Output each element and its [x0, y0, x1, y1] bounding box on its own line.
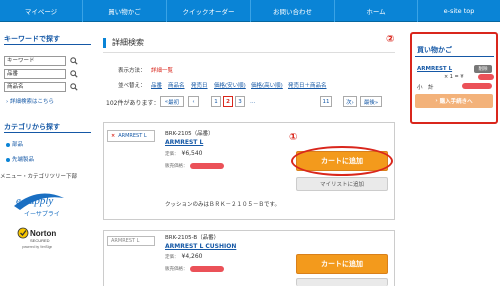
category-heading: カテゴリから探す: [4, 123, 60, 131]
list-price-value: ¥4,260: [181, 253, 203, 260]
keyword-search-heading: キーワードで探す: [4, 35, 60, 43]
thumbnail-label: ARMREST L: [118, 133, 147, 139]
checkout-label: 購入手続きへ: [439, 99, 473, 105]
pager-first-label: 最初: [168, 99, 180, 106]
bullet-icon: [6, 157, 10, 162]
result-count: 102件があります：: [106, 100, 160, 107]
product-name-link[interactable]: ARMREST L CUSHION: [165, 243, 236, 250]
pager-prev[interactable]: ‹: [188, 96, 199, 107]
svg-text:e-supply: e-supply: [16, 195, 53, 207]
sort-by-part-number[interactable]: 品番: [151, 81, 162, 89]
top-nav: マイページ 買い物かご クイックオーダー お問い合わせ ホーム e-site t…: [0, 0, 500, 22]
sort-by-price-desc[interactable]: 価格(高い順): [251, 81, 283, 89]
pager-page-2[interactable]: 2: [223, 96, 233, 107]
annotation-marker-2: ②: [386, 34, 395, 45]
search-icon[interactable]: [70, 83, 78, 91]
product-thumbnail[interactable]: × ARMREST L: [107, 130, 155, 142]
product-thumbnail[interactable]: ARMREST L: [107, 236, 155, 246]
list-price-label: 定価：: [165, 255, 179, 260]
sort-by-release[interactable]: 発売日: [191, 81, 208, 89]
sort-by-name[interactable]: 商品名: [168, 81, 185, 89]
svg-text:SECURED: SECURED: [30, 238, 50, 243]
divider: [103, 52, 395, 53]
list-price-label: 定価：: [165, 152, 179, 157]
page-title: 詳細検索: [103, 38, 144, 48]
search-icon[interactable]: [70, 57, 78, 65]
divider: [4, 44, 91, 45]
category-label: 先端製品: [12, 157, 35, 163]
nav-contact[interactable]: お問い合わせ: [251, 0, 335, 22]
annotation-marker-1: ①: [289, 132, 298, 143]
sale-price: 販売価格：: [165, 265, 191, 272]
add-to-cart-button[interactable]: カートに追加: [296, 254, 388, 274]
remove-item-button[interactable]: 削除: [474, 65, 492, 73]
esupply-logo[interactable]: e-supply イーサプライ: [10, 184, 66, 220]
pager-page-1[interactable]: 1: [211, 96, 221, 107]
redacted-price: [478, 74, 494, 80]
sort-by-release-name[interactable]: 発売日＋商品名: [288, 81, 327, 89]
redacted-price: [462, 83, 492, 89]
sale-price: 販売価格：: [165, 162, 191, 169]
svg-text:イーサプライ: イーサプライ: [24, 211, 60, 218]
product-code: BRK-2105-B（品番）: [165, 235, 220, 241]
broken-image-icon: ×: [111, 133, 116, 139]
add-to-mylist-button[interactable]: マイリストに追加: [296, 177, 388, 191]
svg-text:powered by VeriSign: powered by VeriSign: [22, 245, 52, 249]
pager-first[interactable]: «最初: [160, 96, 184, 107]
pager-ellipsis: …: [250, 99, 256, 105]
part-number-input[interactable]: 品番: [4, 69, 66, 79]
display-method-value[interactable]: 詳細一覧: [151, 66, 173, 74]
list-price: 定価： ¥6,540: [165, 150, 203, 157]
svg-text:Norton: Norton: [30, 229, 56, 238]
nav-mypage[interactable]: マイページ: [0, 0, 83, 22]
category-label: 部品: [12, 142, 24, 148]
divider: [415, 56, 494, 57]
display-method-label: 表示方法：: [118, 68, 146, 74]
thumbnail-label: ARMREST L: [111, 238, 140, 244]
advanced-search-link[interactable]: › 詳細検索はこちら: [6, 97, 54, 105]
bullet-icon: [6, 142, 10, 147]
cart-item-link[interactable]: ARMREST L: [417, 66, 452, 72]
redacted-price: [190, 266, 224, 272]
pager-last[interactable]: 最後»: [360, 96, 382, 107]
divider: [4, 132, 91, 133]
category-item-parts[interactable]: 部品: [6, 140, 23, 148]
nav-home[interactable]: ホーム: [335, 0, 418, 22]
cart-subtotal-label: 小 計: [417, 85, 434, 91]
sort-by-price-asc[interactable]: 価格(安い順): [214, 81, 246, 89]
product-name-link[interactable]: ARMREST L: [165, 139, 203, 146]
sale-price-label: 販売価格：: [165, 164, 188, 169]
list-price-value: ¥6,540: [181, 150, 203, 157]
sort-label: 並べ替え：: [118, 83, 146, 89]
pager-page-3[interactable]: 3: [235, 96, 245, 107]
nav-cart[interactable]: 買い物かご: [83, 0, 167, 22]
cart-item-quantity: × 1 = ¥: [444, 74, 464, 80]
norton-secured-logo[interactable]: Norton SECURED powered by VeriSign: [16, 225, 60, 251]
product-code: BRK-2105（品番）: [165, 131, 214, 137]
nav-quick-order[interactable]: クイックオーダー: [167, 0, 251, 22]
cart-title[interactable]: 買い物かご: [417, 45, 452, 55]
checkout-button[interactable]: › 購入手続きへ: [415, 94, 493, 108]
list-price: 定価： ¥4,260: [165, 253, 203, 260]
pager-next[interactable]: 次›: [343, 96, 357, 107]
redacted-price: [190, 163, 224, 169]
annotation-circle: [291, 146, 393, 176]
category-item-advanced-products[interactable]: 先端製品: [6, 155, 34, 163]
sale-price-label: 販売価格：: [165, 267, 188, 272]
search-icon[interactable]: [70, 70, 78, 78]
keyword-input[interactable]: キーワード: [4, 56, 66, 66]
add-to-mylist-button[interactable]: [296, 278, 388, 286]
product-name-input[interactable]: 商品名: [4, 82, 66, 92]
pager-page-11[interactable]: 11: [320, 96, 332, 107]
advanced-search-label: 詳細検索はこちら: [9, 99, 54, 105]
menu-tree-label: メニュー・カテゴリツリー下部: [0, 174, 78, 180]
product-description: クッションのみはＢＲＫ－２１０５－Ｂです。: [165, 202, 280, 208]
nav-esite-top[interactable]: e-site top: [418, 0, 500, 22]
